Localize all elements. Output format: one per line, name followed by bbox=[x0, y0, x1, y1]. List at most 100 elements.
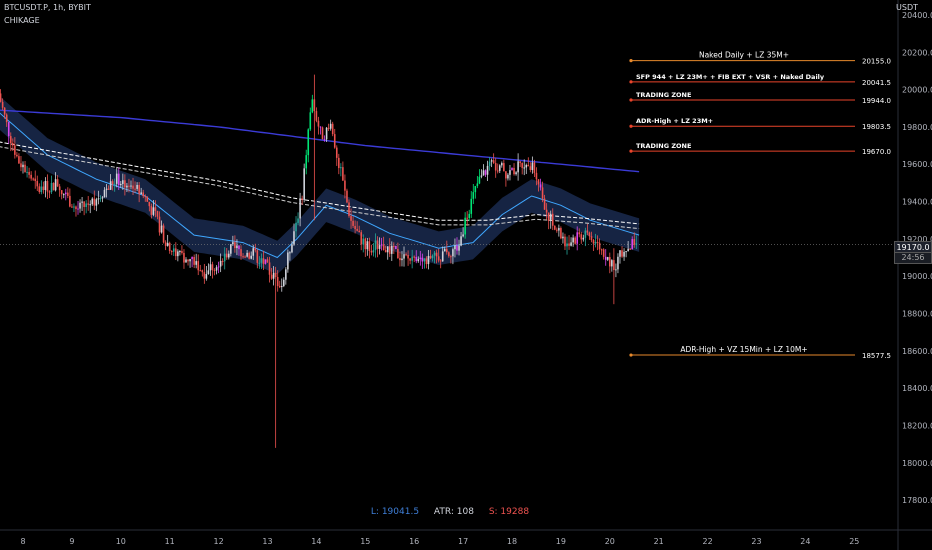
candle-body bbox=[276, 276, 279, 287]
candle-body bbox=[164, 242, 167, 246]
candle-body bbox=[401, 258, 403, 261]
candle-body bbox=[115, 173, 118, 184]
time-tick-label: 24 bbox=[800, 537, 810, 546]
time-tick-label: 12 bbox=[214, 537, 224, 546]
candle-body bbox=[486, 165, 489, 175]
candle-body bbox=[3, 107, 6, 115]
candle-body bbox=[60, 190, 63, 195]
candle-body bbox=[448, 252, 450, 257]
candle-body bbox=[380, 244, 383, 246]
candle-body bbox=[386, 246, 389, 253]
candle-body bbox=[183, 252, 185, 263]
candle-body bbox=[103, 189, 106, 198]
candle-body bbox=[264, 259, 267, 264]
candle-body bbox=[83, 201, 85, 207]
candle-body bbox=[191, 257, 193, 260]
candle-body bbox=[242, 256, 244, 258]
chart-background bbox=[0, 0, 932, 550]
candle-body bbox=[307, 129, 310, 156]
candle-body bbox=[329, 123, 332, 129]
candle-body bbox=[556, 229, 558, 231]
candle-body bbox=[395, 245, 397, 250]
candle-body bbox=[388, 246, 391, 254]
candle-body bbox=[266, 259, 269, 263]
candle-body bbox=[478, 176, 481, 184]
candle-body bbox=[160, 225, 163, 233]
candle-body bbox=[211, 264, 214, 271]
candle-body bbox=[64, 192, 67, 195]
candle-body bbox=[492, 160, 495, 164]
candle-body bbox=[75, 206, 77, 210]
candle-body bbox=[517, 161, 519, 173]
candle-body bbox=[256, 250, 259, 263]
candle-body bbox=[629, 248, 631, 250]
candle-body bbox=[262, 258, 265, 264]
candle-body bbox=[405, 254, 407, 256]
time-tick-label: 10 bbox=[116, 537, 126, 546]
candle-body bbox=[170, 250, 173, 252]
candle-body bbox=[36, 181, 39, 187]
candle-body bbox=[366, 241, 369, 250]
level-value-label: 18577.5 bbox=[862, 352, 891, 360]
candle-body bbox=[578, 232, 581, 235]
candle-body bbox=[26, 171, 28, 173]
candle-body bbox=[24, 164, 26, 173]
candle-body bbox=[203, 272, 206, 279]
candle-body bbox=[12, 143, 14, 146]
candle-body bbox=[175, 248, 177, 257]
candle-body bbox=[62, 194, 65, 196]
candle-body bbox=[46, 180, 49, 192]
stats-bar: L: 19041.5 ATR: 108 S: 19288 bbox=[0, 507, 900, 517]
candle-body bbox=[217, 266, 220, 268]
symbol-title[interactable]: BTCUSDT.P, 1h, BYBIT bbox=[4, 3, 91, 12]
candle-body bbox=[529, 166, 532, 170]
candle-body bbox=[9, 136, 12, 144]
time-tick-label: 14 bbox=[311, 537, 321, 546]
candle-body bbox=[590, 236, 593, 241]
candle-body bbox=[621, 250, 623, 257]
candle-body bbox=[423, 258, 426, 262]
time-tick-label: 15 bbox=[360, 537, 370, 546]
candle-body bbox=[433, 252, 436, 256]
candle-body bbox=[54, 179, 57, 191]
candle-body bbox=[71, 206, 73, 208]
candle-body bbox=[566, 243, 568, 247]
candle-body bbox=[446, 248, 448, 253]
candle-body bbox=[283, 279, 285, 287]
candle-body bbox=[558, 228, 560, 231]
candle-body bbox=[158, 216, 161, 233]
candle-body bbox=[602, 249, 605, 257]
candle-body bbox=[209, 264, 212, 271]
candle-body bbox=[613, 260, 615, 271]
candle-body bbox=[197, 261, 200, 271]
candle-body bbox=[551, 213, 554, 226]
price-tick-label: 18000.0 bbox=[902, 459, 932, 468]
candle-body bbox=[305, 155, 308, 169]
candle-body bbox=[364, 238, 367, 250]
price-tick-label: 20200.0 bbox=[902, 48, 932, 57]
candle-body bbox=[425, 258, 428, 265]
price-chart[interactable]: Naked Daily + LZ 35M+ 20155.0 SFP 944 + LZ… bbox=[0, 0, 932, 550]
candle-body bbox=[323, 139, 326, 141]
candle-body bbox=[93, 198, 96, 206]
candle-body bbox=[140, 192, 142, 194]
short-stat: S: 19288 bbox=[488, 507, 530, 517]
candle-body bbox=[179, 251, 181, 253]
candle-body bbox=[34, 178, 37, 182]
candle-body bbox=[313, 99, 316, 112]
candle-body bbox=[244, 256, 246, 258]
candle-body bbox=[460, 236, 462, 246]
candle-body bbox=[431, 255, 434, 259]
candle-body bbox=[124, 180, 126, 188]
candle-body bbox=[480, 175, 483, 177]
candle-body bbox=[429, 255, 432, 259]
candle-body bbox=[85, 203, 87, 207]
candle-body bbox=[523, 167, 526, 169]
candle-body bbox=[606, 257, 609, 260]
candle-body bbox=[539, 184, 542, 188]
level-start-dot bbox=[629, 124, 633, 128]
candle-body bbox=[285, 269, 287, 280]
candle-body bbox=[576, 232, 578, 244]
candle-body bbox=[254, 248, 257, 251]
candle-body bbox=[81, 201, 83, 203]
